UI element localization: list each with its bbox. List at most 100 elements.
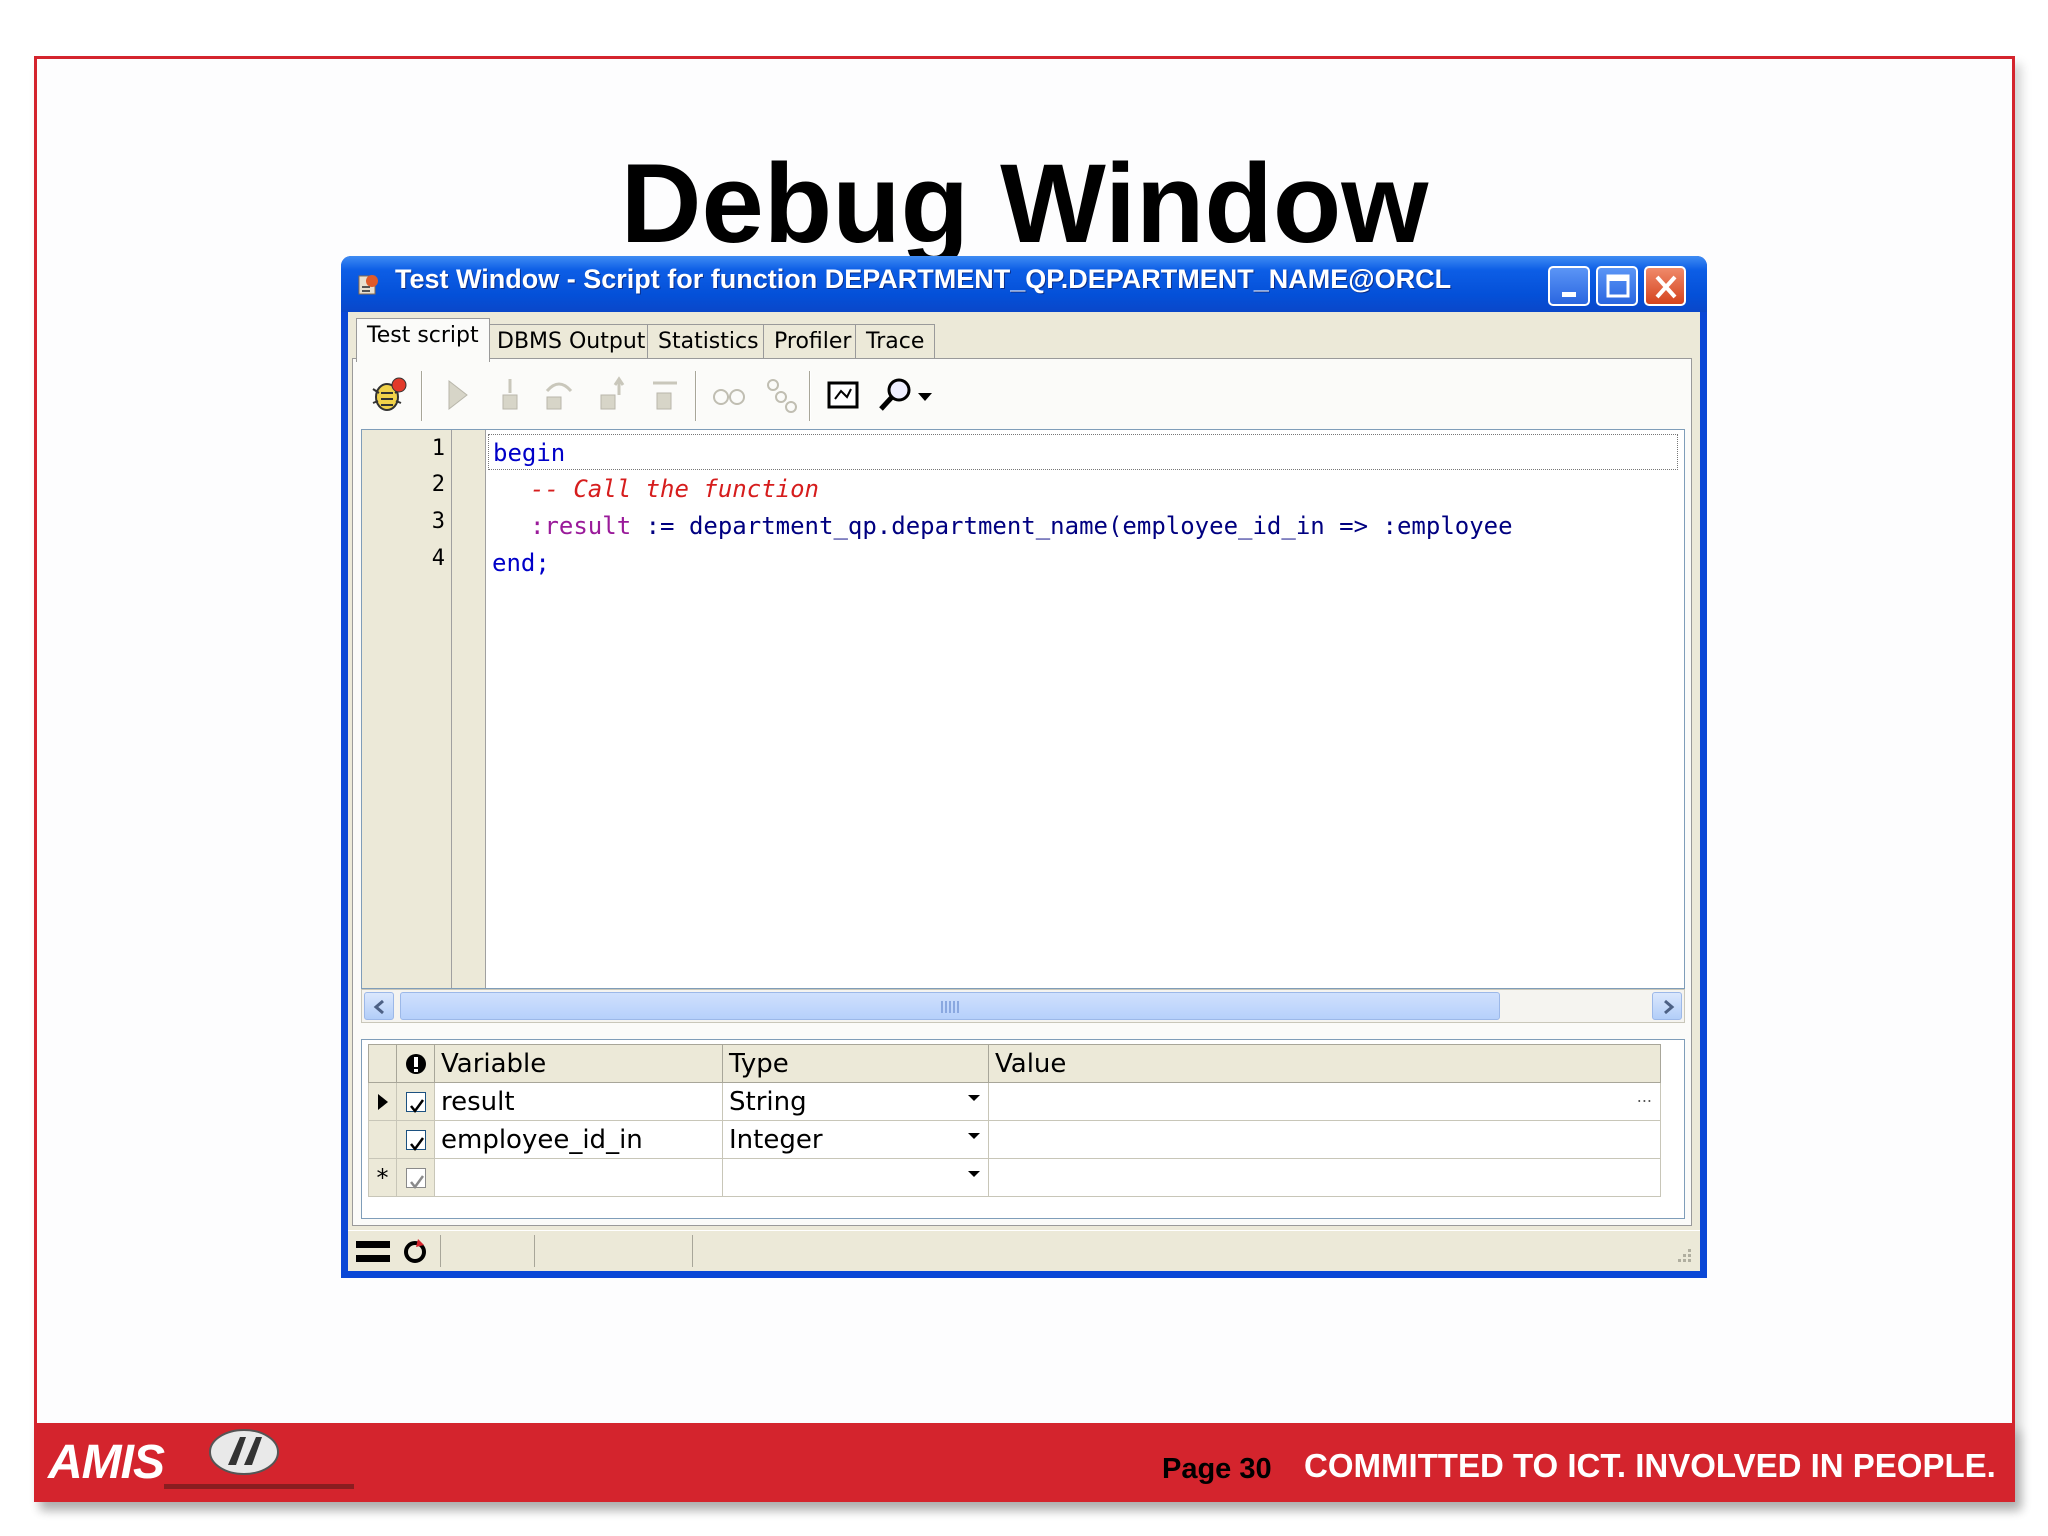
cell-type-text: String [729, 1086, 807, 1117]
code-editor[interactable]: 1 2 3 4 begin -- Call the function :resu… [361, 429, 1685, 989]
table-row[interactable]: result String ... [368, 1082, 1661, 1121]
column-header-variable[interactable]: Variable [434, 1044, 723, 1083]
status-segment [534, 1235, 535, 1267]
type-dropdown-icon[interactable] [968, 1095, 980, 1101]
partner-logo-icon [209, 1429, 279, 1475]
row-indicator [368, 1082, 397, 1121]
step-out-icon[interactable] [591, 373, 635, 417]
new-row-marker: * [376, 1163, 389, 1192]
type-dropdown-icon[interactable] [968, 1133, 980, 1139]
line-number: 2 [431, 472, 445, 497]
window-titlebar[interactable]: Test Window - Script for function DEPART… [341, 256, 1707, 312]
row-checkbox[interactable] [405, 1130, 426, 1152]
tab-trace[interactable]: Trace [855, 324, 936, 360]
grid-header-info [396, 1044, 435, 1083]
cell-type[interactable]: String [722, 1082, 989, 1121]
column-header-value[interactable]: Value [988, 1044, 1661, 1083]
cell-type-text: Integer [729, 1124, 823, 1155]
tab-profiler[interactable]: Profiler [763, 324, 863, 360]
dropdown-arrow-icon[interactable] [913, 373, 937, 417]
watch-glasses-icon[interactable] [707, 373, 751, 417]
cell-type[interactable] [722, 1158, 989, 1197]
row-checkbox-cell[interactable] [396, 1120, 435, 1159]
tab-statistics[interactable]: Statistics [647, 324, 770, 360]
ellipsis-button[interactable]: ... [1637, 1087, 1652, 1106]
current-row-arrow-icon [377, 1094, 388, 1110]
slide-title: Debug Window [620, 141, 1429, 266]
layout-toggle-icon[interactable] [354, 1237, 394, 1267]
output-window-icon[interactable] [821, 373, 865, 417]
grid-header-row: Variable Type Value [368, 1044, 1661, 1083]
line-number: 1 [431, 436, 445, 461]
row-checkbox-cell[interactable] [396, 1158, 435, 1197]
slide-footer: AMIS Page 30 COMMITTED TO ICT. INVOLVED … [34, 1423, 2015, 1502]
cell-type[interactable]: Integer [722, 1120, 989, 1159]
scroll-thumb[interactable] [400, 992, 1500, 1020]
run-to-exception-icon[interactable] [643, 373, 687, 417]
test-script-panel: 1 2 3 4 begin -- Call the function :resu… [352, 358, 1692, 1226]
line-number-gutter: 1 2 3 4 [362, 430, 452, 988]
window-title: Test Window - Script for function DEPART… [395, 264, 1452, 294]
run-icon[interactable] [435, 373, 479, 417]
checkmark-icon [409, 1175, 424, 1190]
code-bind-variable: :result [530, 512, 632, 540]
checkmark-icon [409, 1137, 424, 1152]
maximize-button[interactable] [1596, 266, 1638, 306]
close-icon [1655, 275, 1677, 299]
info-icon [405, 1054, 426, 1074]
row-indicator [368, 1120, 397, 1159]
test-window: Test Window - Script for function DEPART… [341, 256, 1707, 1278]
page-number: Page 30 [1162, 1453, 1272, 1485]
scroll-right-button[interactable] [1652, 992, 1682, 1020]
footer-tagline: COMMITTED TO ICT. INVOLVED IN PEOPLE. [1304, 1447, 1996, 1484]
variables-grid: Variable Type Value result String ... em… [361, 1039, 1685, 1219]
tab-test-script[interactable]: Test script [356, 318, 490, 362]
row-checkbox-cell[interactable] [396, 1082, 435, 1121]
window-client: Test script DBMS Output Statistics Profi… [348, 312, 1700, 1271]
toolbar-separator [421, 371, 423, 421]
debug-bug-icon[interactable] [367, 373, 411, 417]
amis-logo: AMIS [48, 1436, 165, 1489]
step-over-icon[interactable] [537, 373, 581, 417]
scroll-grip [941, 1001, 961, 1013]
column-header-type[interactable]: Type [722, 1044, 989, 1083]
table-row[interactable]: employee_id_in Integer [368, 1120, 1661, 1159]
breakpoint-gutter[interactable] [452, 430, 486, 988]
resize-grip-icon[interactable] [1672, 1243, 1694, 1265]
minimize-icon [1562, 292, 1576, 297]
line-number: 3 [431, 509, 445, 534]
cell-value[interactable] [988, 1158, 1661, 1197]
grid-header-corner [368, 1044, 397, 1083]
type-dropdown-icon[interactable] [968, 1171, 980, 1177]
status-segment [692, 1235, 693, 1267]
maximize-icon [1606, 274, 1630, 298]
status-bar [348, 1230, 1700, 1270]
chevron-right-icon [1664, 999, 1675, 1015]
cell-variable[interactable] [434, 1158, 723, 1197]
breakpoints-icon[interactable] [759, 373, 803, 417]
cell-value[interactable] [988, 1120, 1661, 1159]
code-line-4: end; [492, 545, 550, 581]
checkmark-icon [409, 1099, 424, 1114]
line-number: 4 [431, 546, 445, 571]
code-line-3: :result := department_qp.department_name… [530, 508, 1513, 544]
cell-variable[interactable]: employee_id_in [434, 1120, 723, 1159]
row-checkbox[interactable] [405, 1092, 426, 1114]
close-button[interactable] [1644, 266, 1686, 306]
table-row[interactable]: * [368, 1158, 1661, 1197]
row-checkbox[interactable] [405, 1168, 426, 1190]
row-indicator: * [368, 1158, 397, 1197]
debug-toolbar [363, 365, 1683, 425]
step-into-icon[interactable] [489, 373, 533, 417]
minimize-button[interactable] [1548, 266, 1590, 306]
chevron-left-icon [373, 999, 384, 1015]
horizontal-scrollbar[interactable] [361, 989, 1685, 1023]
cell-variable[interactable]: result [434, 1082, 723, 1121]
refresh-icon[interactable] [400, 1237, 430, 1267]
keyword-begin: begin [493, 439, 566, 467]
cell-value[interactable]: ... [988, 1082, 1661, 1121]
tab-dbms-output[interactable]: DBMS Output [486, 324, 657, 360]
keyword-end: end; [492, 549, 550, 577]
code-line-2: -- Call the function [530, 471, 819, 507]
scroll-left-button[interactable] [364, 992, 394, 1020]
